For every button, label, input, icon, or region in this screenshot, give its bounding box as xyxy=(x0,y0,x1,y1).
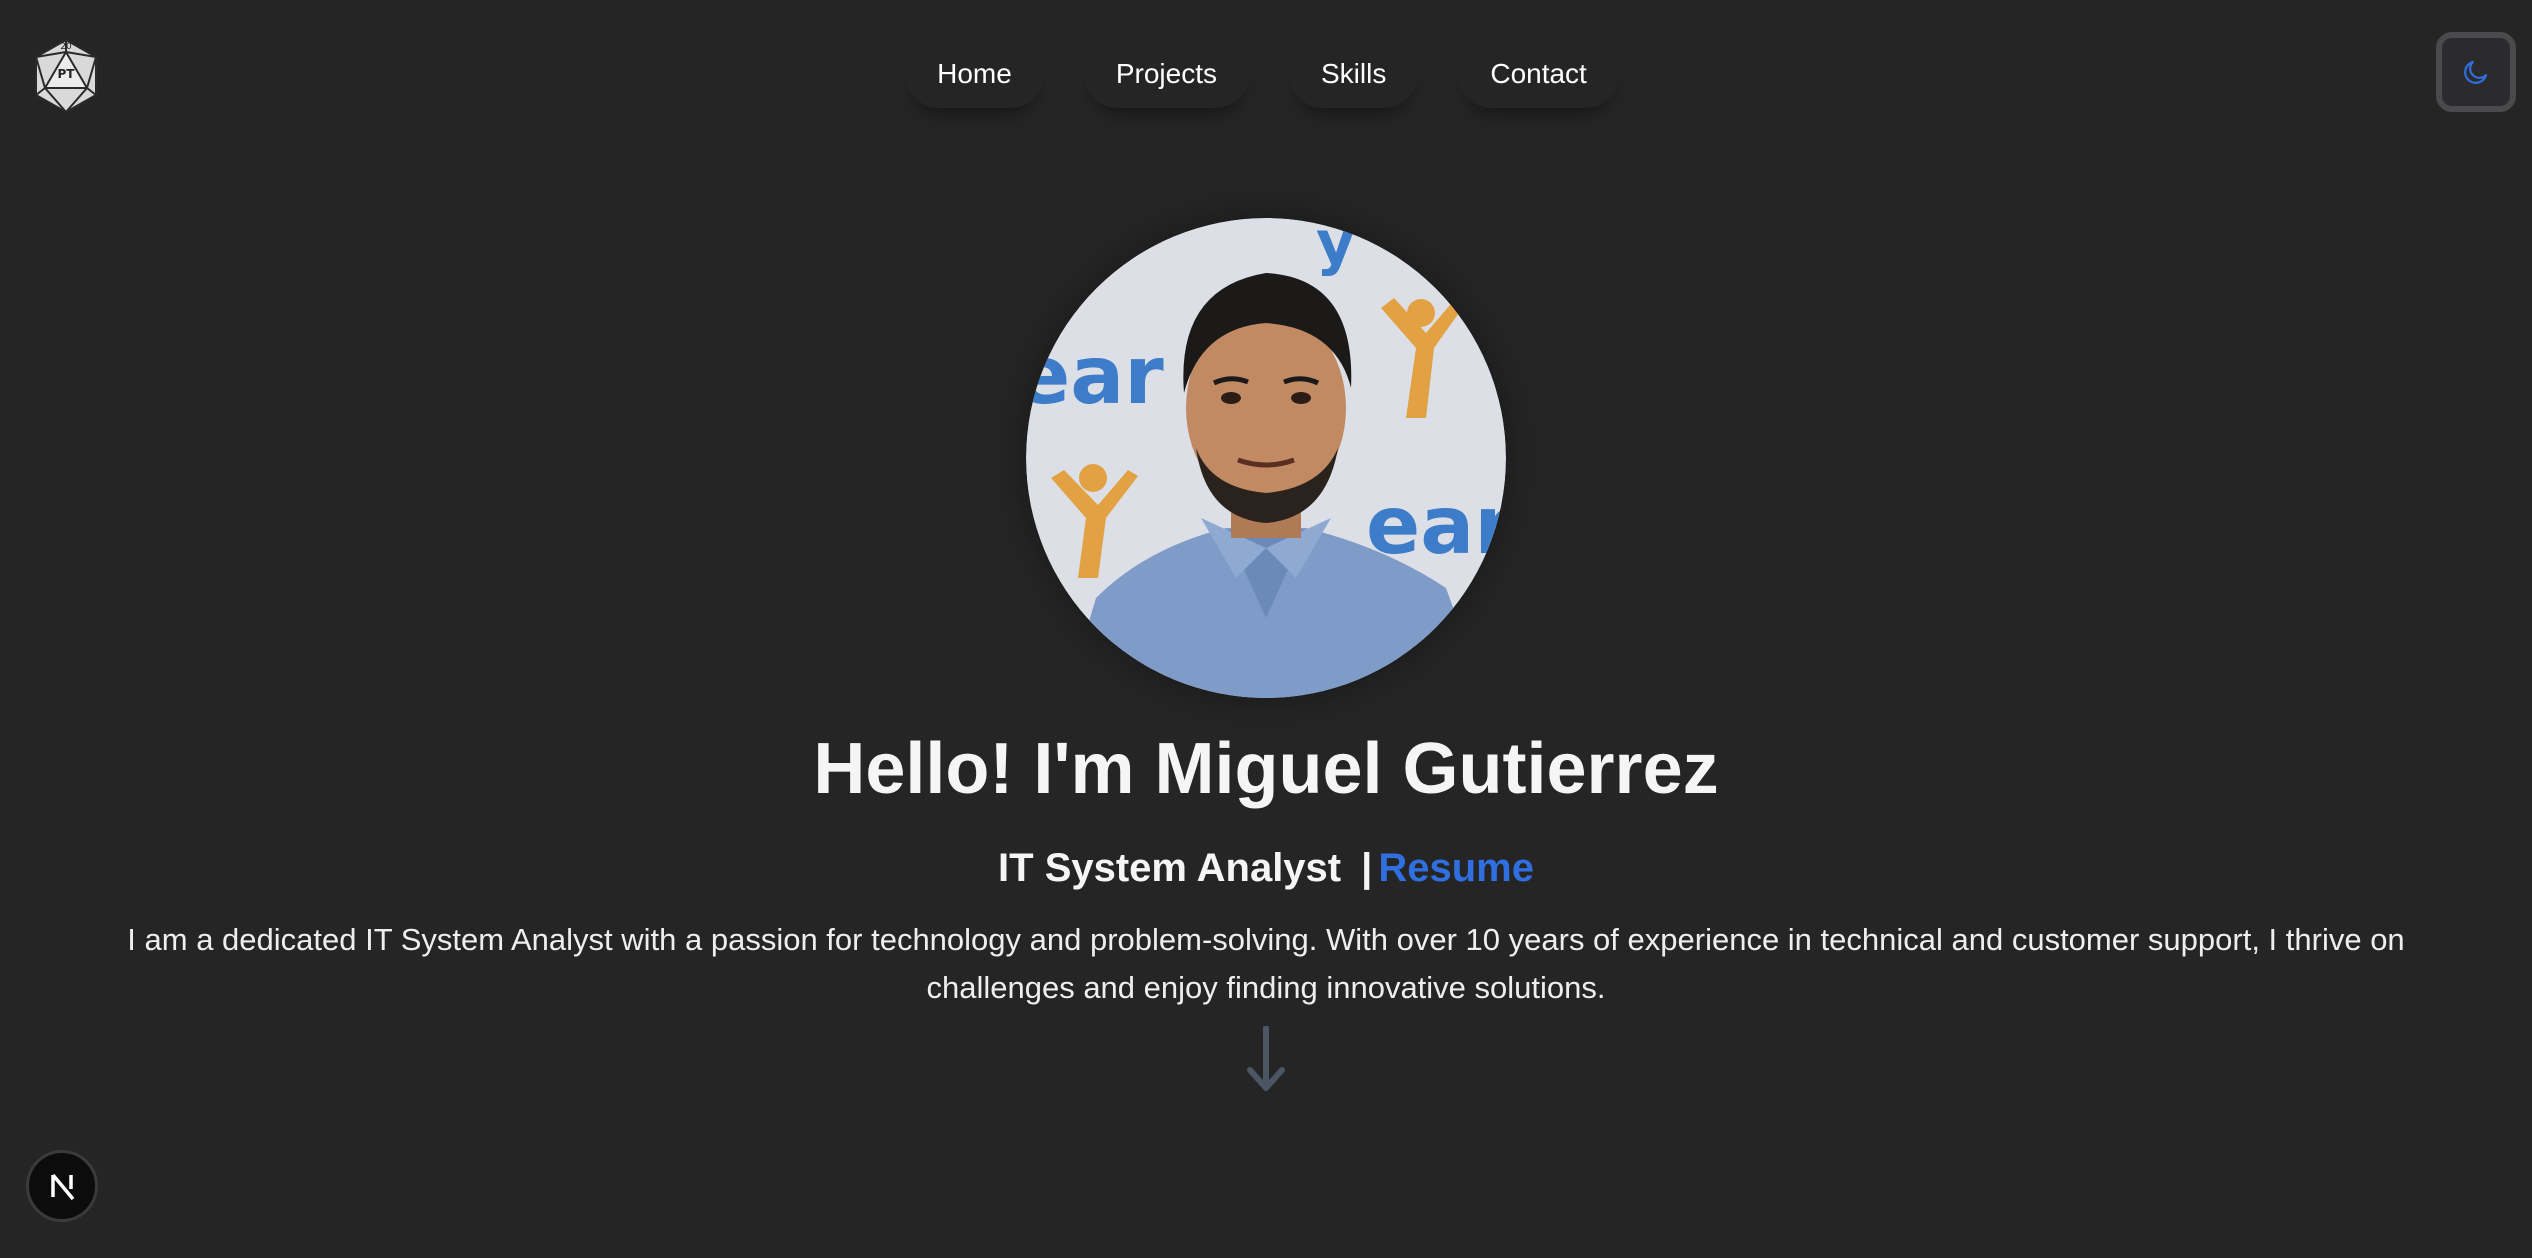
nav-item-contact[interactable]: Contact xyxy=(1458,40,1619,108)
moon-icon xyxy=(2464,60,2488,84)
resume-link[interactable]: Resume xyxy=(1378,846,1534,890)
main-nav: Home Projects Skills Contact xyxy=(0,40,2528,108)
svg-text:ear: ear xyxy=(1026,329,1164,422)
profile-avatar: ear ear y xyxy=(1026,218,1506,698)
role-text: IT System Analyst xyxy=(998,846,1342,890)
hero-bio: I am a dedicated IT System Analyst with … xyxy=(127,922,2405,1005)
svg-text:y: y xyxy=(1316,218,1355,278)
nextjs-logo-icon[interactable] xyxy=(26,1150,98,1222)
theme-toggle-button[interactable] xyxy=(2436,32,2516,112)
hero-title: Hello! I'm Miguel Gutierrez xyxy=(813,729,1719,809)
arrow-down-icon[interactable] xyxy=(1246,1025,1286,1092)
nav-item-projects[interactable]: Projects xyxy=(1084,40,1249,108)
separator: | xyxy=(1361,846,1373,890)
hero-subtitle: IT System Analyst | Resume xyxy=(0,846,2532,891)
nav-item-home[interactable]: Home xyxy=(905,40,1044,108)
nav-item-skills[interactable]: Skills xyxy=(1289,40,1418,108)
portfolio-page: 20 PT Home Projects Skills Contact ear e… xyxy=(0,0,2532,1258)
